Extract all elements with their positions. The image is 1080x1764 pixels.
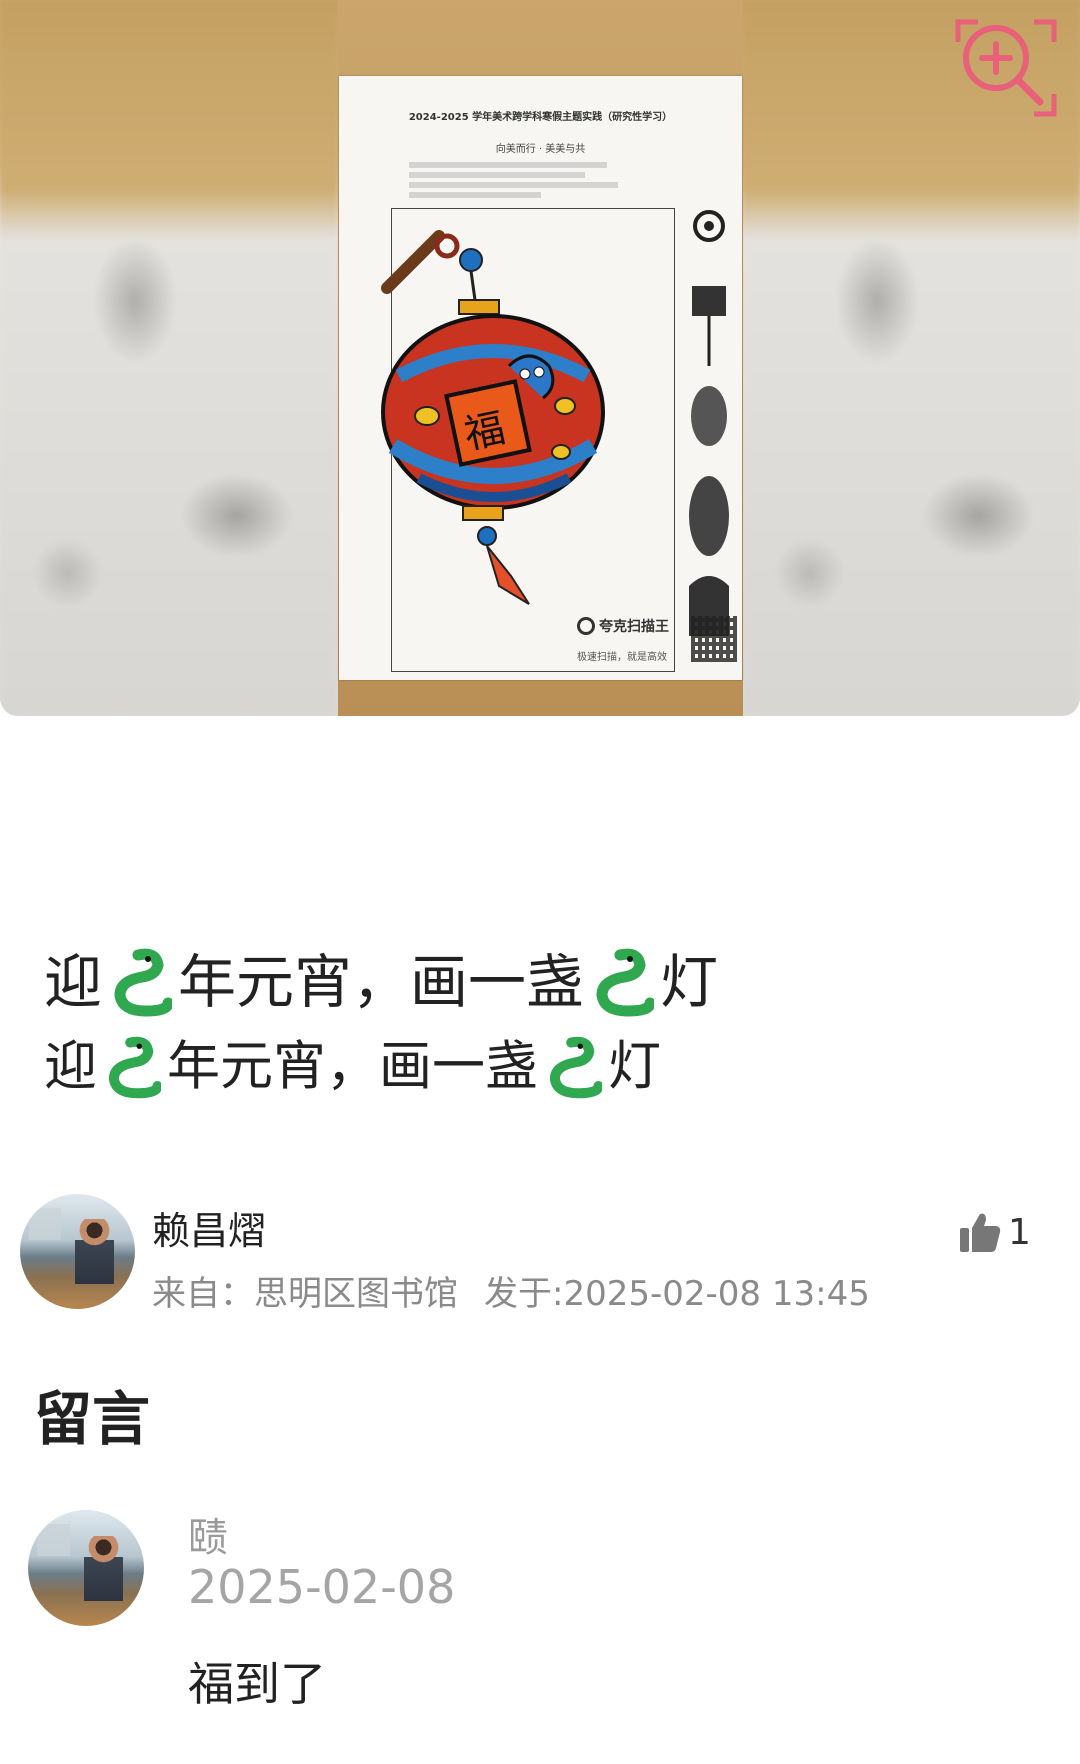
- scan-app-name: 夸克扫描王: [599, 619, 669, 635]
- scan-app-logo-icon: [577, 617, 595, 635]
- author-name[interactable]: 赖昌熠: [152, 1200, 266, 1255]
- zoom-in-icon: [955, 19, 1057, 117]
- post-photo[interactable]: 2024-2025 学年美术跨学科寒假主题实践（研究性学习） 向美而行 · 美美…: [0, 0, 1080, 716]
- post-timestamp: 发于:2025-02-08 13:45: [484, 1274, 870, 1314]
- title-line-2-middle: 年元宵，画一盏: [167, 1036, 538, 1097]
- worksheet-header: 2024-2025 学年美术跨学科寒假主题实践（研究性学习）: [408, 112, 673, 123]
- title-line-2-start: 迎: [44, 1036, 97, 1097]
- worksheet-subtitle: 向美而行 · 美美与共: [495, 144, 586, 155]
- title-line-1-middle: 年元宵，画一盏: [178, 948, 585, 1016]
- post-source: 来自：思明区图书馆: [152, 1274, 458, 1314]
- avatar-person: [75, 1219, 115, 1300]
- qr-code: [691, 616, 737, 662]
- scan-app-slogan: 极速扫描，就是高效: [577, 652, 667, 663]
- like-count: 1: [1008, 1211, 1031, 1253]
- lantern-drawing: 福: [381, 230, 605, 605]
- like-button[interactable]: 1: [958, 1210, 1031, 1254]
- photo-blur-left: [0, 0, 338, 716]
- title-line-2-end: 灯: [608, 1036, 661, 1097]
- comment-date: 2025-02-08: [188, 1560, 456, 1614]
- commenter-avatar[interactable]: [28, 1510, 144, 1626]
- author-avatar[interactable]: [20, 1194, 135, 1309]
- comment-text: 福到了: [188, 1657, 326, 1711]
- post-title: 迎 年元宵，画一盏 灯 迎 年元宵，画一盏 灯: [44, 938, 1044, 1108]
- snake-emoji-icon: [108, 1036, 161, 1099]
- avatar-background: [37, 1523, 70, 1557]
- commenter-name[interactable]: 赜: [188, 1505, 228, 1563]
- title-line-1-end: 灯: [660, 948, 719, 1016]
- worksheet-decorations: [689, 210, 729, 636]
- author-meta: 来自：思明区图书馆 发于:2025-02-08 13:45: [152, 1266, 870, 1315]
- avatar-background: [29, 1207, 62, 1240]
- title-line-1-start: 迎: [44, 948, 103, 1016]
- snake-emoji-icon: [114, 948, 173, 1017]
- thumbs-up-icon: [960, 1213, 1001, 1252]
- zoom-button[interactable]: [950, 12, 1062, 124]
- avatar-person: [83, 1535, 124, 1617]
- post-title-line-1: 迎 年元宵，画一盏 灯: [44, 938, 1044, 1026]
- snake-emoji-icon: [549, 1036, 602, 1099]
- worksheet-instructions: [409, 158, 629, 202]
- comments-section-title: 留言: [34, 1385, 151, 1453]
- scan-app-watermark: 夸克扫描王: [577, 616, 669, 636]
- post-title-line-2: 迎 年元宵，画一盏 灯: [44, 1026, 1044, 1108]
- art-worksheet: 2024-2025 学年美术跨学科寒假主题实践（研究性学习） 向美而行 · 美美…: [339, 76, 742, 680]
- snake-emoji-icon: [596, 948, 655, 1017]
